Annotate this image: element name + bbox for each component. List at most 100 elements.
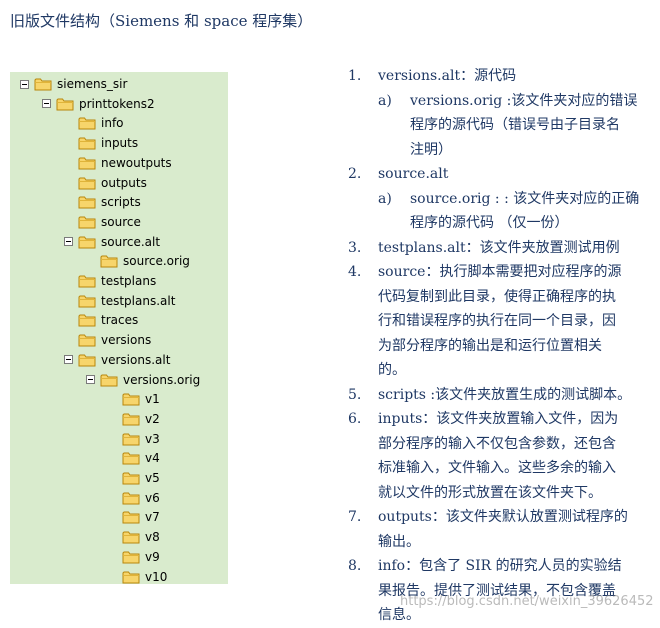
tree-node-label: v1 [145,392,160,407]
tree-node[interactable]: v9 [122,548,160,566]
tree-node[interactable]: v7 [122,508,160,526]
list-item-text: versions.alt：源代码 [378,68,517,84]
list-item-text: outputs：该文件夹默认放置测试程序的 [378,509,628,525]
folder-icon [100,373,118,387]
collapse-toggle-icon[interactable] [20,79,29,89]
folder-icon [78,353,96,367]
folder-icon [78,176,96,190]
tree-node-label: v7 [145,510,160,525]
tree-node-label: testplans.alt [101,293,176,308]
folder-icon [78,274,96,288]
tree-node-label: siemens_sir [57,77,128,91]
folder-icon [122,432,140,446]
tree-node[interactable]: v6 [122,489,160,507]
tree-node-label: versions [101,333,152,348]
tree-node[interactable]: v4 [122,449,160,467]
list-item-text: source.orig : : 该文件夹对应的正确 [410,190,640,207]
tree-node-label: traces [101,313,139,328]
tree-node[interactable]: testplans [78,272,156,290]
list-item-text: 就以文件的形式放置在该文件夹下。 [378,484,602,501]
folder-icon [122,412,140,426]
list-item-number: 1. [348,68,362,84]
folder-icon [122,451,140,465]
tree-node-label: v10 [145,569,168,584]
tree-node[interactable]: newoutputs [78,154,172,172]
list-item-text: info：包含了 SIR 的研究人员的实验结 [378,558,622,574]
page-heading: 旧版文件结构（Siemens 和 space 程序集） [10,12,313,30]
tree-node[interactable]: source.orig [100,252,190,270]
list-item-number: 4. [348,264,362,280]
tree-node[interactable]: v8 [122,528,160,546]
collapse-toggle-icon[interactable] [42,99,51,109]
tree-node[interactable]: inputs [78,134,138,152]
tree-node[interactable]: v5 [122,469,160,487]
list-item-text: 输出。 [378,533,420,550]
tree-node[interactable]: printtokens2 [42,95,155,113]
folder-icon [122,471,140,485]
tree-node[interactable]: source.alt [64,233,160,251]
tree-node-label: inputs [101,136,139,151]
tree-node-label: v3 [145,431,160,446]
collapse-toggle-icon[interactable] [64,237,73,247]
folder-icon [78,333,96,347]
list-item-number: 3. [348,239,362,256]
tree-node[interactable]: v2 [122,410,160,428]
list-item-text: scripts :该文件夹放置生成的测试脚本。 [378,386,632,403]
folder-icon [122,392,140,406]
list-item-text: source.alt [378,166,449,182]
tree-node-label: testplans [101,274,157,288]
folder-icon [78,195,96,209]
tree-node-label: newoutputs [101,155,172,170]
folder-tree: siemens_sir printtokens2 info inputs newoutp… [10,72,228,584]
tree-node-label: versions.orig [123,372,201,387]
list-item-text: 注明） [410,141,452,158]
list-item-text: 的。 [378,362,406,378]
list-item-text: testplans.alt：该文件夹放置测试用例 [378,239,620,256]
collapse-toggle-icon[interactable] [86,375,95,384]
list-item-text: 程序的源代码（错误号由子目录名 [410,117,620,133]
folder-icon [78,294,96,308]
folder-icon [78,313,96,327]
tree-node[interactable]: traces [78,311,138,329]
tree-node[interactable]: info [78,114,124,132]
tree-node[interactable]: siemens_sir [20,75,127,93]
tree-node-label: scripts [101,195,141,210]
list-item-number: 5. [348,386,362,403]
tree-node[interactable]: v3 [122,430,160,448]
tree-node-label: v2 [145,411,160,426]
folder-icon [122,570,140,584]
list-item-text: source：执行脚本需要把对应程序的源 [378,264,622,280]
list-item-text: 为部分程序的输出是和运行位置相关 [378,337,602,354]
tree-node-label: info [101,116,124,131]
folder-icon [34,77,52,91]
tree-node-label: source.orig [123,254,190,269]
tree-node-label: printtokens2 [79,96,155,111]
tree-node[interactable]: testplans.alt [78,292,175,310]
folder-icon [78,136,96,150]
folder-icon [122,530,140,544]
folder-icon [78,156,96,170]
folder-icon [78,235,96,249]
tree-node[interactable]: outputs [78,174,147,192]
tree-node[interactable]: source [78,213,141,231]
tree-node[interactable]: v10 [122,568,167,586]
tree-node-label: v9 [145,549,160,564]
tree-node-label: outputs [101,175,147,190]
list-item-number: 2. [348,166,362,182]
collapse-toggle-icon[interactable] [64,355,73,365]
tree-node-label: source.alt [101,234,161,249]
tree-node[interactable]: v1 [122,390,160,408]
list-item-text: 标准输入，文件输入。这些多余的输入 [378,460,616,476]
tree-node[interactable]: scripts [78,193,141,211]
list-item-text: inputs：该文件夹放置输入文件，因为 [378,411,619,427]
list-item-number: 7. [348,509,362,525]
folder-icon [56,97,74,111]
tree-node[interactable]: versions.alt [64,351,170,369]
tree-node-label: v5 [145,471,160,485]
folder-icon [122,510,140,524]
tree-node[interactable]: versions [78,331,151,349]
tree-node[interactable]: versions.orig [86,371,200,389]
folder-icon [122,550,140,564]
list-item-number: a) [378,92,392,109]
folder-icon [122,491,140,505]
